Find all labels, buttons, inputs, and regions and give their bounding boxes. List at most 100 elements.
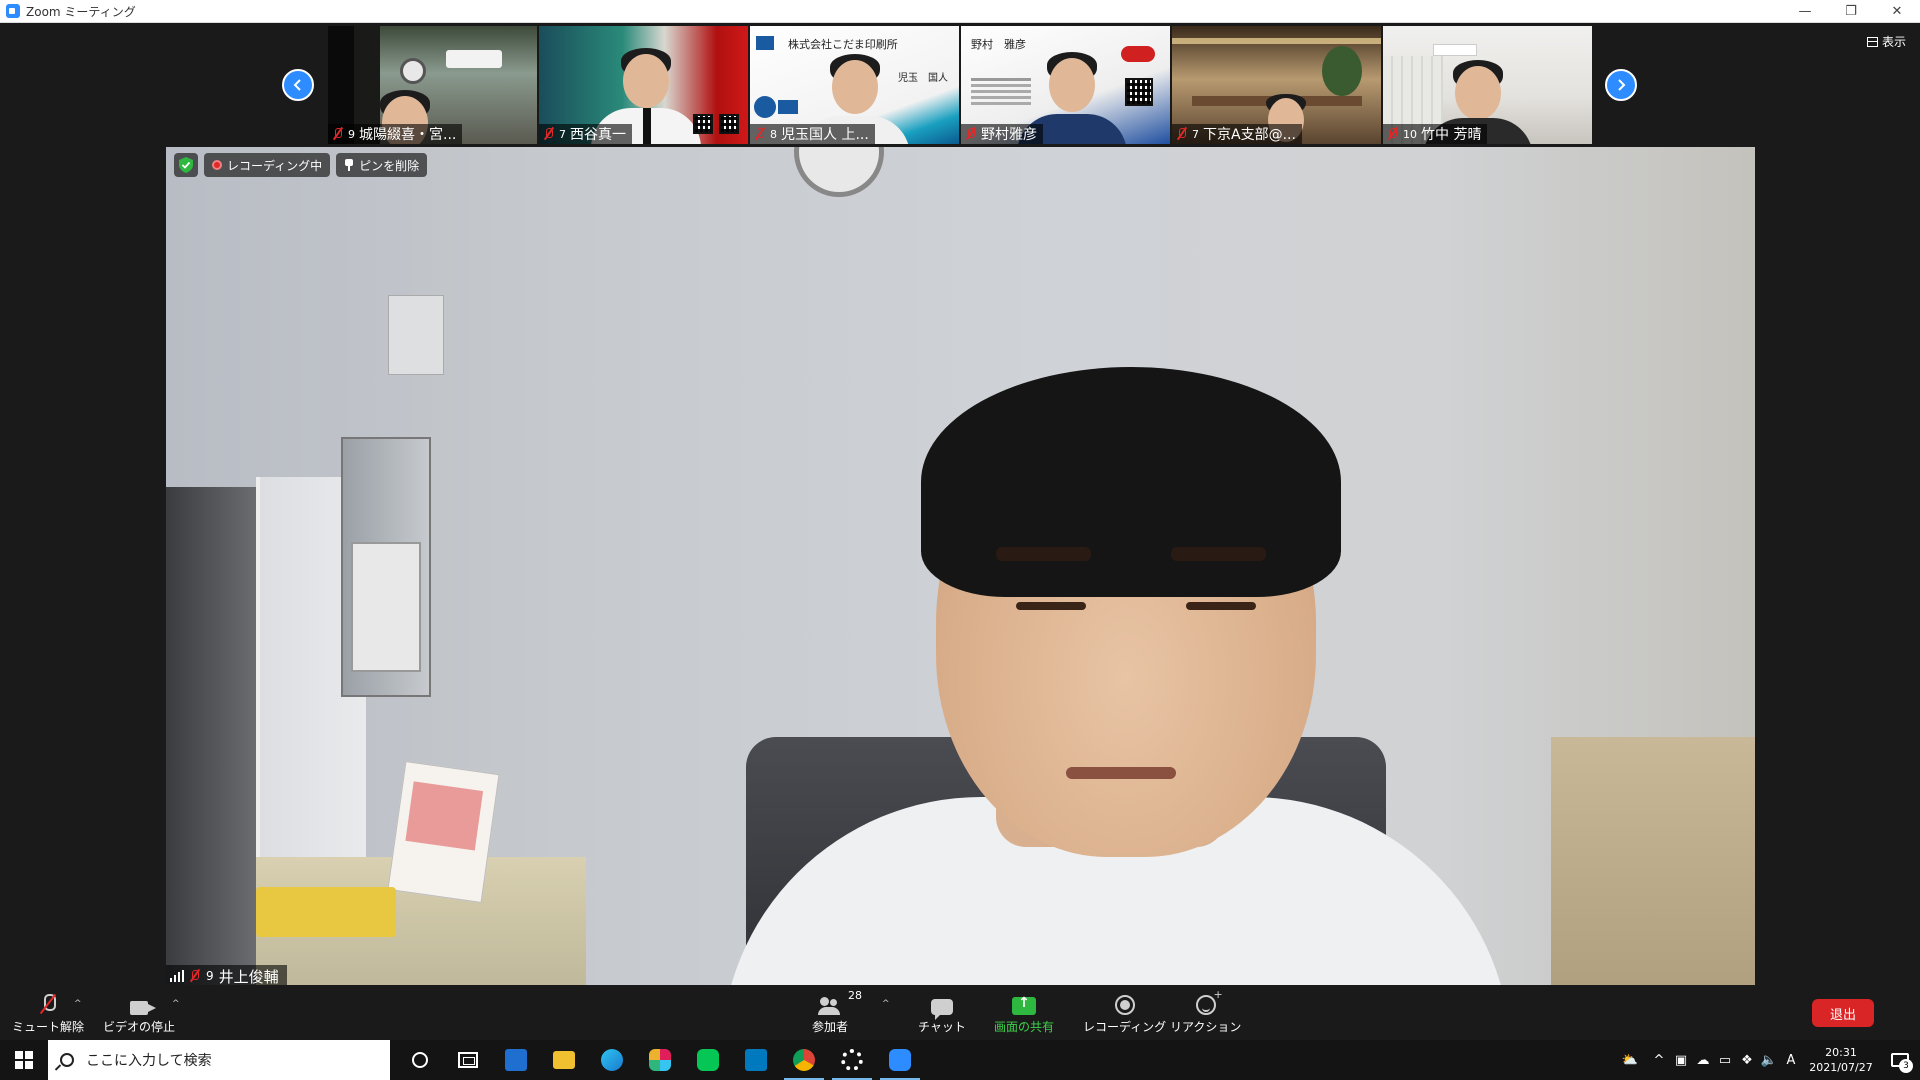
participants-count: 28 <box>848 989 862 1002</box>
grid-icon <box>1866 36 1878 47</box>
unmute-button[interactable]: ミュート解除 <box>12 991 84 1035</box>
window-title: Zoom ミーティング <box>26 4 136 19</box>
participants-button[interactable]: 28 参加者 <box>812 989 862 1035</box>
record-icon <box>1114 995 1135 1015</box>
muted-mic-icon <box>332 127 344 141</box>
participant-nameplate: 8 児玉国人 上... <box>750 124 875 144</box>
action-center-button[interactable]: 3 <box>1880 1040 1920 1080</box>
participant-thumbnail[interactable]: 7 西谷真一 <box>539 26 748 144</box>
unpin-button[interactable]: ピンを削除 <box>336 153 428 177</box>
chat-button[interactable]: チャット <box>918 991 966 1035</box>
participant-nameplate: 7 西谷真一 <box>539 124 632 144</box>
taskbar-app-explorer[interactable] <box>540 1040 588 1080</box>
participants-options-caret[interactable]: ^ <box>882 999 890 1009</box>
audio-options-caret[interactable]: ^ <box>74 999 82 1009</box>
close-button[interactable]: ✕ <box>1874 0 1920 23</box>
view-button[interactable]: 表示 <box>1866 33 1906 50</box>
search-icon <box>60 1053 74 1067</box>
show-hidden-icons-chevron[interactable]: ^ <box>1648 1040 1670 1080</box>
zoom-icon <box>889 1049 911 1071</box>
participant-nameplate: 7 下京A支部@... <box>1172 124 1302 144</box>
dreamweaver-icon <box>505 1049 527 1071</box>
meet-now-icon[interactable]: ▣ <box>1670 1040 1692 1080</box>
dropbox-icon[interactable]: ❖ <box>1736 1040 1758 1080</box>
speaker-nameplate: 9 井上俊輔 <box>166 965 287 987</box>
share-screen-button[interactable]: 画面の共有 <box>994 991 1054 1035</box>
start-button[interactable] <box>0 1040 48 1080</box>
share-screen-icon <box>1012 995 1036 1015</box>
recording-indicator[interactable]: レコーディング中 <box>204 153 331 177</box>
task-view-button[interactable] <box>444 1040 492 1080</box>
gear-icon <box>841 1049 863 1071</box>
leave-meeting-button[interactable]: 退出 <box>1812 999 1874 1027</box>
participant-thumbnail[interactable]: 株式会社こだま印刷所 児玉 国人 8 児玉国人 上... <box>750 26 959 144</box>
taskbar-clock[interactable]: 20:31 2021/07/27 <box>1802 1045 1880 1075</box>
wall-clock <box>794 147 884 197</box>
title-bar: Zoom ミーティング — ❐ ✕ <box>0 0 1920 23</box>
participant-nameplate: 10 竹中 芳晴 <box>1383 124 1488 144</box>
participant-thumbnail[interactable]: 9 城陽綴喜・宮... <box>328 26 537 144</box>
windows-logo-icon <box>15 1051 33 1069</box>
video-camera-icon <box>130 1001 156 1015</box>
volume-icon[interactable]: 🔈 <box>1758 1040 1780 1080</box>
view-button-label: 表示 <box>1881 35 1906 49</box>
trello-icon <box>745 1049 767 1071</box>
chevron-left-icon <box>293 79 301 91</box>
meeting-area: 表示 9 城陽綴喜・宮... 7 西谷真一 株式会社こだま印刷所 児玉 国人 8… <box>0 23 1920 987</box>
taskbar-app-slack[interactable] <box>636 1040 684 1080</box>
weather-icon[interactable]: ⛅ <box>1612 1040 1648 1080</box>
participant-thumbnail[interactable]: 野村 雅彦 野村雅彦 <box>961 26 1170 144</box>
next-page-button[interactable] <box>1605 69 1637 101</box>
network-icon[interactable]: ▭ <box>1714 1040 1736 1080</box>
system-tray: ⛅ ^ ▣ ☁ ▭ ❖ 🔈 A 20:31 2021/07/27 3 <box>1612 1040 1920 1080</box>
business-card-name: 野村 雅彦 <box>971 38 1026 51</box>
encryption-shield-button[interactable] <box>174 153 198 177</box>
recording-dot-icon <box>212 160 222 170</box>
participant-thumbnails: 9 城陽綴喜・宮... 7 西谷真一 株式会社こだま印刷所 児玉 国人 8 児玉… <box>328 26 1592 144</box>
participant-thumbnail[interactable]: 7 下京A支部@... <box>1172 26 1381 144</box>
muted-mic-icon <box>1176 127 1188 141</box>
taskbar-app-settings[interactable] <box>828 1040 876 1080</box>
taskbar-app-trello[interactable] <box>732 1040 780 1080</box>
previous-page-button[interactable] <box>282 69 314 101</box>
muted-mic-icon <box>543 127 555 141</box>
chrome-icon <box>793 1049 815 1071</box>
chevron-right-icon <box>1618 79 1626 91</box>
reactions-button[interactable]: リアクション <box>1170 988 1241 1035</box>
meeting-toolbar: ミュート解除 ^ ビデオの停止 ^ 28 参加者 ^ チャット 画面の共有 レコ… <box>0 985 1920 1040</box>
reaction-smiley-icon <box>1195 988 1223 1015</box>
window-controls: — ❐ ✕ <box>1782 0 1920 23</box>
taskbar-apps <box>396 1040 924 1080</box>
onedrive-icon[interactable]: ☁ <box>1692 1040 1714 1080</box>
recording-button[interactable]: レコーディング <box>1083 991 1166 1035</box>
folder-icon <box>553 1051 575 1069</box>
taskbar-app-line[interactable] <box>684 1040 732 1080</box>
ime-indicator[interactable]: A <box>1780 1040 1802 1080</box>
cortana-icon <box>412 1052 428 1068</box>
pin-icon <box>344 159 354 171</box>
line-icon <box>697 1049 719 1071</box>
cortana-button[interactable] <box>396 1040 444 1080</box>
chat-bubble-icon <box>930 999 953 1020</box>
participant-thumbnail[interactable]: 10 竹中 芳晴 <box>1383 26 1592 144</box>
muted-mic-icon <box>965 127 977 141</box>
taskbar-app-chrome[interactable] <box>780 1040 828 1080</box>
minimize-button[interactable]: — <box>1782 0 1828 23</box>
participants-icon <box>818 997 842 1015</box>
taskbar-app-edge[interactable] <box>588 1040 636 1080</box>
edge-icon <box>601 1049 623 1071</box>
video-options-caret[interactable]: ^ <box>172 999 180 1009</box>
business-card-company: 株式会社こだま印刷所 <box>788 38 898 51</box>
stop-video-button[interactable]: ビデオの停止 <box>103 991 175 1035</box>
muted-mic-icon <box>189 969 201 983</box>
restore-button[interactable]: ❐ <box>1828 0 1874 23</box>
taskbar-app-zoom[interactable] <box>876 1040 924 1080</box>
muted-mic-icon <box>754 127 766 141</box>
muted-mic-icon <box>1387 127 1399 141</box>
notification-badge: 3 <box>1899 1059 1913 1073</box>
active-speaker-video[interactable]: レコーディング中 ピンを削除 9 井上俊輔 <box>166 147 1755 987</box>
taskbar-app-dreamweaver[interactable] <box>492 1040 540 1080</box>
muted-microphone-icon <box>38 993 58 1015</box>
taskbar-search-box[interactable]: ここに入力して検索 <box>48 1040 390 1080</box>
video-overlay-controls: レコーディング中 ピンを削除 <box>174 153 428 177</box>
